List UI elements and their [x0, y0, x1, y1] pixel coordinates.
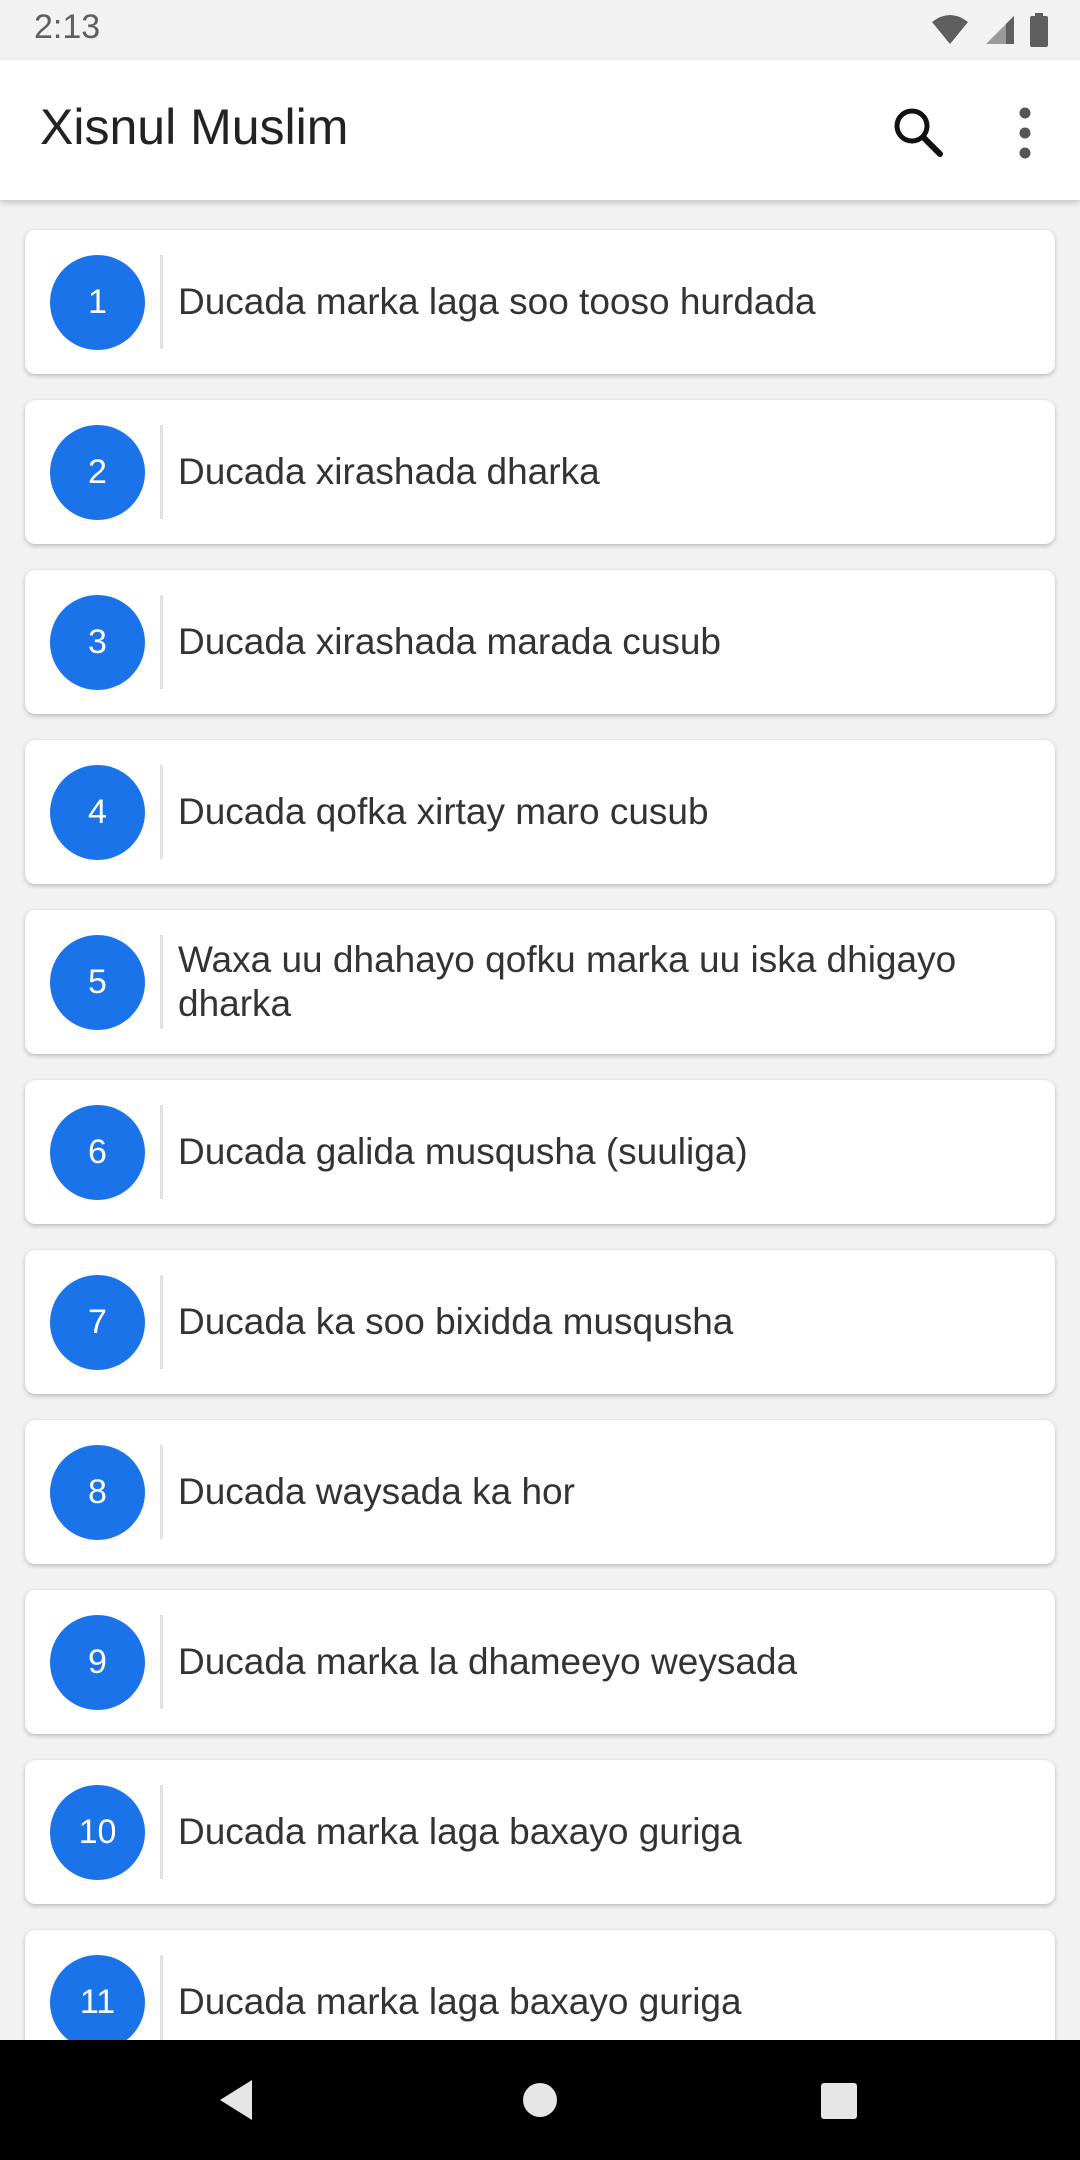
item-divider: [160, 765, 163, 859]
item-label: Ducada qofka xirtay maro cusub: [178, 791, 709, 832]
navigation-bar: [0, 2040, 1080, 2160]
list-item[interactable]: 7 Ducada ka soo bixidda musqusha: [25, 1250, 1055, 1394]
status-time: 2:13: [34, 8, 101, 46]
list-item[interactable]: 5 Waxa uu dhahayo qofku marka uu iska dh…: [25, 910, 1055, 1054]
back-icon[interactable]: [216, 2078, 256, 2122]
item-number-badge: 7: [50, 1275, 145, 1370]
status-bar: 2:13: [0, 0, 1080, 60]
dua-list: 1 Ducada marka laga soo tooso hurdada 2 …: [0, 200, 1080, 2040]
item-label: Ducada marka la dhameeyo weysada: [178, 1641, 798, 1682]
item-number-badge: 4: [50, 765, 145, 860]
wifi-icon: [932, 15, 968, 44]
more-options-button[interactable]: [1000, 100, 1050, 166]
item-number-badge: 10: [50, 1785, 145, 1880]
item-divider: [160, 595, 163, 689]
item-number-badge: 2: [50, 425, 145, 520]
item-divider: [160, 1615, 163, 1709]
item-divider: [160, 1785, 163, 1879]
item-label: Ducada galida musqusha (suuliga): [178, 1131, 748, 1172]
recents-icon[interactable]: [820, 2082, 858, 2120]
item-label: Ducada xirashada marada cusub: [178, 621, 721, 662]
search-icon: [894, 108, 943, 157]
item-label: Ducada marka laga baxayo guriga: [178, 1981, 742, 2022]
item-divider: [160, 255, 163, 349]
list-item[interactable]: 2 Ducada xirashada dharka: [25, 400, 1055, 544]
list-item[interactable]: 11 Ducada marka laga baxayo guriga: [25, 1930, 1055, 2040]
item-divider: [160, 1105, 163, 1199]
more-vertical-icon: [1019, 107, 1031, 159]
status-icons: [930, 12, 1048, 48]
item-label: Ducada waysada ka hor: [178, 1471, 575, 1512]
item-number-badge: 1: [50, 255, 145, 350]
list-item[interactable]: 9 Ducada marka la dhameeyo weysada: [25, 1590, 1055, 1734]
list-item[interactable]: 6 Ducada galida musqusha (suuliga): [25, 1080, 1055, 1224]
item-number-badge: 9: [50, 1615, 145, 1710]
list-item[interactable]: 10 Ducada marka laga baxayo guriga: [25, 1760, 1055, 1904]
list-item[interactable]: 4 Ducada qofka xirtay maro cusub: [25, 740, 1055, 884]
home-icon[interactable]: [522, 2082, 558, 2118]
item-label: Ducada marka laga baxayo guriga: [178, 1811, 742, 1852]
item-label: Ducada xirashada dharka: [178, 451, 600, 492]
list-item[interactable]: 3 Ducada xirashada marada cusub: [25, 570, 1055, 714]
app-title: Xisnul Muslim: [40, 99, 349, 155]
item-label: Ducada ka soo bixidda musqusha: [178, 1301, 734, 1342]
item-number-badge: 8: [50, 1445, 145, 1540]
list-item[interactable]: 8 Ducada waysada ka hor: [25, 1420, 1055, 1564]
item-number-badge: 3: [50, 595, 145, 690]
item-divider: [160, 1955, 163, 2040]
cellular-signal-icon: [986, 16, 1014, 44]
list-item[interactable]: 1 Ducada marka laga soo tooso hurdada: [25, 230, 1055, 374]
item-number-badge: 11: [50, 1955, 145, 2040]
item-number-badge: 6: [50, 1105, 145, 1200]
item-label: Waxa uu dhahayo qofku marka uu iska dhig…: [178, 939, 957, 1024]
item-divider: [160, 1445, 163, 1539]
item-divider: [160, 425, 163, 519]
app-bar: Xisnul Muslim: [0, 60, 1080, 200]
item-number-badge: 5: [50, 935, 145, 1030]
item-divider: [160, 1275, 163, 1369]
battery-icon: [1030, 13, 1048, 47]
search-button[interactable]: [888, 102, 950, 164]
item-label: Ducada marka laga soo tooso hurdada: [178, 281, 816, 322]
item-divider: [160, 935, 163, 1029]
